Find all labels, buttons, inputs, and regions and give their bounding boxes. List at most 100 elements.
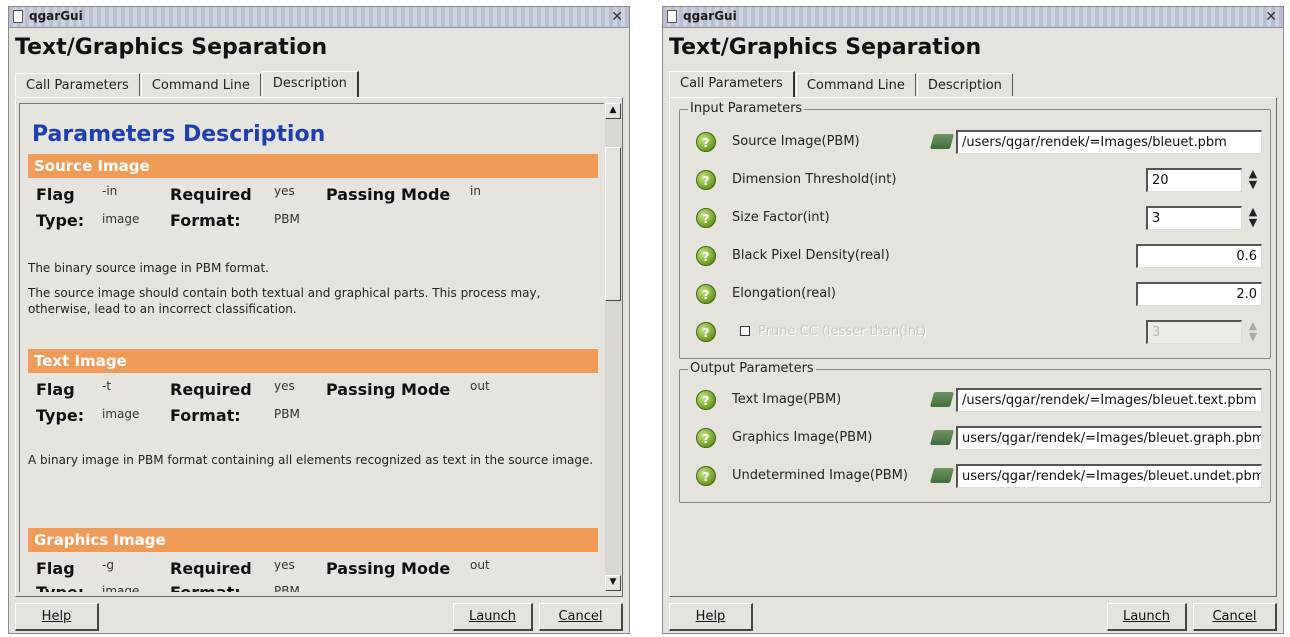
scroll-up-icon[interactable]: ▲ — [605, 103, 621, 119]
folder-open-icon[interactable] — [929, 468, 955, 483]
format-label: Format: — [170, 211, 241, 230]
help-icon[interactable]: ? — [696, 132, 716, 152]
required-label: Required — [170, 380, 252, 399]
prune-cc-checkbox[interactable] — [740, 326, 750, 336]
param-row: ? Graphics Image(PBM) users/qgar/rendek/… — [680, 426, 1270, 452]
help-button[interactable]: Help — [669, 603, 753, 631]
left-window: qgarGui ✕ Text/Graphics Separation Call … — [8, 6, 630, 634]
close-icon[interactable]: ✕ — [611, 8, 623, 26]
description-paragraph: The binary source image in PBM format. — [28, 261, 269, 275]
right-window: qgarGui ✕ Text/Graphics Separation Call … — [662, 6, 1284, 634]
passing-mode-value: in — [470, 184, 481, 198]
flag-label: Flag — [36, 380, 75, 399]
spin-arrows-icon[interactable]: ▲ ▼ — [1246, 168, 1260, 192]
cancel-button[interactable]: Cancel — [1193, 603, 1277, 631]
param-label: Elongation(real) — [732, 286, 836, 301]
format-value: PBM — [274, 212, 300, 226]
cancel-button-label: Cancel — [558, 609, 603, 624]
required-value: yes — [274, 558, 295, 572]
cancel-button[interactable]: Cancel — [539, 603, 623, 631]
title-bar[interactable]: qgarGui ✕ — [9, 7, 629, 28]
source-image-field[interactable]: /users/qgar/rendek/=Images/bleuet.pbm — [956, 130, 1262, 154]
window-title: qgarGui — [29, 9, 83, 23]
graphics-image-field[interactable]: users/qgar/rendek/=Images/bleuet.graph.p… — [956, 426, 1262, 450]
required-value: yes — [274, 379, 295, 393]
window-title: qgarGui — [683, 9, 737, 23]
tab-call-parameters[interactable]: Call Parameters — [15, 73, 140, 96]
help-icon[interactable]: ? — [696, 208, 716, 228]
output-parameters-group: Output Parameters ? Text Image(PBM) /use… — [679, 361, 1271, 503]
help-icon[interactable]: ? — [696, 428, 716, 448]
tab-command-line[interactable]: Command Line — [795, 73, 916, 96]
param-label: Graphics Image(PBM) — [732, 430, 873, 445]
help-icon[interactable]: ? — [696, 390, 716, 410]
help-icon[interactable]: ? — [696, 246, 716, 266]
tab-call-parameters[interactable]: Call Parameters — [669, 71, 795, 97]
help-icon[interactable]: ? — [696, 284, 716, 304]
param-row: ? Prune CC (lesser than(int) 3 ▲ ▼ — [680, 320, 1270, 346]
folder-open-icon[interactable] — [929, 430, 955, 445]
prune-cc-field: 3 — [1146, 320, 1242, 344]
spin-arrows-icon[interactable]: ▲ ▼ — [1246, 206, 1260, 230]
launch-button[interactable]: Launch — [453, 603, 533, 631]
launch-button-label: Launch — [1122, 609, 1171, 624]
passing-mode-value: out — [470, 558, 490, 572]
help-icon[interactable]: ? — [696, 466, 716, 486]
group-title: Output Parameters — [688, 361, 816, 376]
dimension-threshold-field[interactable]: 20 — [1146, 168, 1242, 192]
scroll-down-icon[interactable]: ▼ — [605, 575, 621, 591]
help-icon[interactable]: ? — [696, 322, 716, 342]
launch-button[interactable]: Launch — [1107, 603, 1187, 631]
page-title: Text/Graphics Separation — [669, 35, 982, 60]
param-row: ? Source Image(PBM) /users/qgar/rendek/=… — [680, 130, 1270, 156]
tab-description[interactable]: Description — [916, 73, 1013, 96]
type-value: image — [102, 212, 140, 226]
description-paragraph: The source image should contain both tex… — [28, 286, 541, 316]
param-row: ? Elongation(real) 2.0 — [680, 282, 1270, 308]
close-icon[interactable]: ✕ — [1265, 8, 1277, 26]
section-header: Source Image — [28, 154, 598, 178]
undetermined-image-field[interactable]: users/qgar/rendek/=Images/bleuet.undet.p… — [956, 464, 1262, 488]
section-header: Graphics Image — [28, 528, 598, 552]
page-title: Text/Graphics Separation — [15, 35, 328, 60]
required-value: yes — [274, 184, 295, 198]
folder-open-icon[interactable] — [929, 392, 955, 407]
param-row: ? Dimension Threshold(int) 20 ▲ ▼ — [680, 168, 1270, 194]
type-label: Type: — [36, 583, 84, 592]
title-bar[interactable]: qgarGui ✕ — [663, 7, 1283, 28]
launch-button-label: Launch — [468, 609, 517, 624]
description-view: Parameters Description Source Image Flag… — [19, 103, 604, 592]
folder-open-icon[interactable] — [929, 134, 955, 149]
help-icon[interactable]: ? — [696, 170, 716, 190]
format-label: Format: — [170, 406, 241, 425]
description-paragraph: A binary image in PBM format containing … — [28, 453, 594, 467]
param-row: ? Size Factor(int) 3 ▲ ▼ — [680, 206, 1270, 232]
black-pixel-density-field[interactable]: 0.6 — [1136, 244, 1262, 268]
text-image-field[interactable]: /users/qgar/rendek/=Images/bleuet.text.p… — [956, 388, 1262, 412]
required-label: Required — [170, 185, 252, 204]
param-label: Black Pixel Density(real) — [732, 248, 890, 263]
help-button[interactable]: Help — [15, 603, 99, 631]
elongation-field[interactable]: 2.0 — [1136, 282, 1262, 306]
app-icon — [667, 10, 677, 23]
format-value: PBM — [274, 584, 300, 592]
tab-command-line[interactable]: Command Line — [140, 73, 261, 96]
scrollbar-thumb[interactable] — [605, 147, 621, 301]
vertical-scrollbar[interactable]: ▲ ▼ — [605, 103, 621, 591]
format-label: Format: — [170, 583, 241, 592]
tab-description[interactable]: Description — [261, 71, 359, 97]
param-label: Source Image(PBM) — [732, 134, 860, 149]
size-factor-field[interactable]: 3 — [1146, 206, 1242, 230]
type-label: Type: — [36, 406, 85, 425]
type-label: Type: — [36, 211, 85, 230]
app-icon — [13, 10, 23, 23]
required-label: Required — [170, 559, 252, 578]
param-label: Prune CC (lesser than(int) — [758, 324, 927, 339]
type-value: image — [102, 407, 140, 421]
passing-mode-label: Passing Mode — [326, 185, 451, 204]
param-label: Size Factor(int) — [732, 210, 830, 225]
tab-bar: Call Parameters Command Line Description — [15, 71, 360, 97]
flag-label: Flag — [36, 185, 75, 204]
flag-value: -t — [102, 379, 112, 393]
type-value: image — [102, 584, 140, 592]
